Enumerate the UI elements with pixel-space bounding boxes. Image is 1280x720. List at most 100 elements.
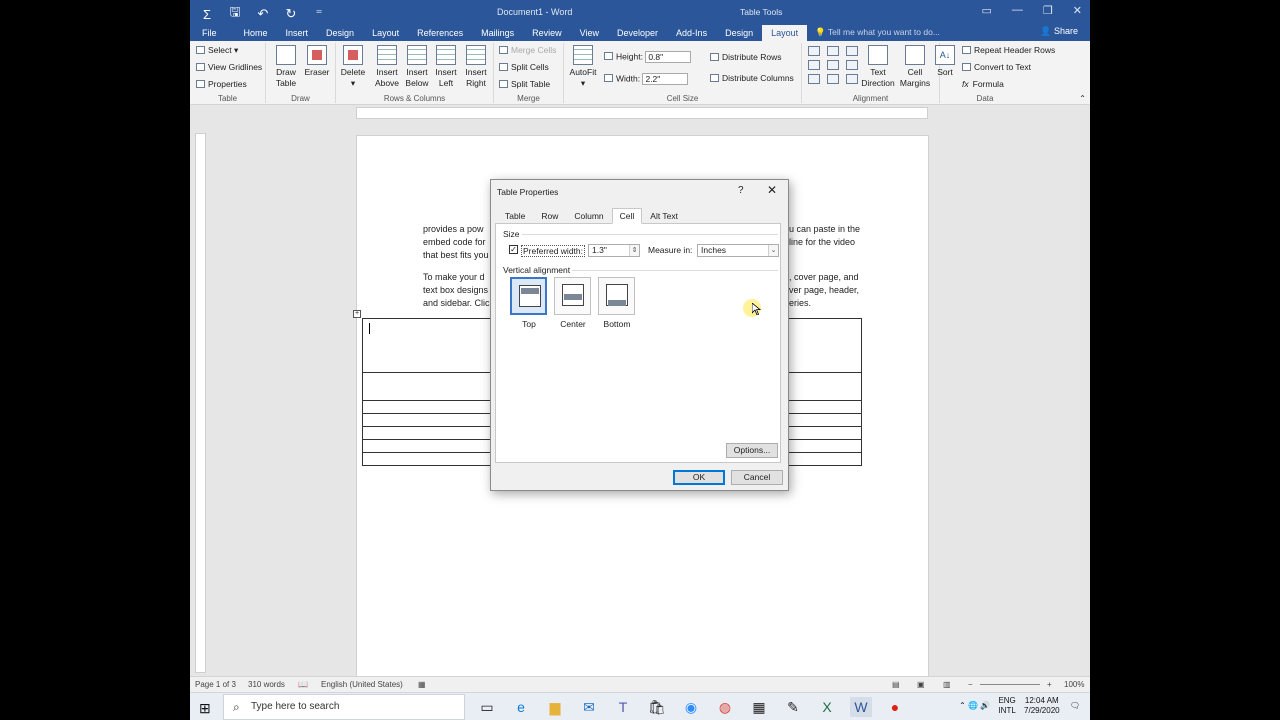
insert-below-button[interactable]: Insert Below <box>402 45 432 89</box>
tab-file[interactable]: File <box>190 28 235 41</box>
zoom-level[interactable]: 100% <box>1064 680 1084 689</box>
proofing-icon[interactable]: 📖 <box>298 680 308 689</box>
windows-start-icon[interactable]: ⊞ <box>199 700 211 717</box>
excel-icon[interactable]: X <box>816 697 838 717</box>
print-layout-icon[interactable]: ▣ <box>917 680 925 689</box>
autofit-button[interactable]: AutoFit ▾ <box>566 45 600 89</box>
tab-design[interactable]: Design <box>317 28 363 41</box>
align-bottom-left-icon[interactable] <box>808 74 820 84</box>
zoom-in-icon[interactable]: + <box>1047 680 1052 689</box>
teams-icon[interactable]: T <box>612 697 634 717</box>
collapse-ribbon-icon[interactable]: ⌃ <box>1079 94 1086 103</box>
taskbar-search-box[interactable]: ⌕ Type here to search <box>223 694 465 720</box>
tab-row[interactable]: Row <box>533 208 566 224</box>
minimize-icon[interactable]: — <box>1012 4 1023 17</box>
tab-table-layout[interactable]: Layout <box>762 25 808 41</box>
insert-left-button[interactable]: Insert Left <box>432 45 460 89</box>
tab-cell[interactable]: Cell <box>611 208 643 224</box>
record-icon[interactable]: ● <box>884 697 906 717</box>
task-view-icon[interactable]: ▭ <box>476 697 498 717</box>
spinner-icon[interactable]: ⇕ <box>629 245 639 256</box>
split-table-button[interactable]: Split Table <box>499 79 550 89</box>
save-icon[interactable]: 🖫 <box>226 3 244 25</box>
select-button[interactable]: Select ▾ <box>196 45 238 56</box>
mail-icon[interactable]: ✉ <box>578 697 600 717</box>
zoom-slider[interactable] <box>980 684 1040 685</box>
tell-me-box[interactable]: 💡 Tell me what you want to do... <box>807 27 948 41</box>
read-mode-icon[interactable]: ▤ <box>892 680 900 689</box>
delete-button[interactable]: Delete ▾ <box>338 45 368 89</box>
input-language[interactable]: ENG INTL <box>998 696 1015 716</box>
valign-center-option[interactable] <box>554 277 591 315</box>
insert-right-button[interactable]: Insert Right <box>461 45 491 89</box>
align-center-left-icon[interactable] <box>808 60 820 70</box>
file-explorer-icon[interactable]: ▆ <box>544 697 566 717</box>
tray-chevron-icon[interactable]: ⌃ <box>959 701 966 710</box>
align-center-right-icon[interactable] <box>846 60 858 70</box>
valign-top-label[interactable]: Top <box>507 319 551 329</box>
view-gridlines-button[interactable]: View Gridlines <box>196 62 262 72</box>
chevron-down-icon[interactable]: ⌄ <box>768 245 778 256</box>
tab-table[interactable]: Table <box>497 208 533 224</box>
autosum-icon[interactable]: Σ <box>198 7 216 22</box>
notifications-icon[interactable]: 🗨 <box>1070 701 1080 710</box>
preferred-width-input[interactable]: 1.3" ⇕ <box>588 244 640 257</box>
tab-references[interactable]: References <box>408 28 472 41</box>
tab-column[interactable]: Column <box>566 208 611 224</box>
merge-cells-button[interactable]: Merge Cells <box>499 45 556 55</box>
share-button[interactable]: 👤 Share <box>1040 26 1078 37</box>
height-input[interactable]: 0.8" <box>645 51 692 63</box>
page-count[interactable]: Page 1 of 3 <box>195 680 236 689</box>
ribbon-display-icon[interactable]: ▭ <box>982 4 992 17</box>
restore-icon[interactable]: ❐ <box>1043 4 1053 17</box>
valign-center-label[interactable]: Center <box>551 319 595 329</box>
formula-button[interactable]: fx Formula <box>962 79 1004 89</box>
repeat-header-rows-button[interactable]: Repeat Header Rows <box>962 45 1055 55</box>
help-icon[interactable]: ? <box>738 185 744 196</box>
tab-alt-text[interactable]: Alt Text <box>642 208 686 224</box>
align-top-center-icon[interactable] <box>827 46 839 56</box>
align-bottom-center-icon[interactable] <box>827 74 839 84</box>
distribute-rows-button[interactable]: Distribute Rows <box>710 52 782 62</box>
customize-qat-icon[interactable]: ⁼ <box>310 6 328 22</box>
tab-view[interactable]: View <box>571 28 608 41</box>
ok-button[interactable]: OK <box>673 470 725 485</box>
align-bottom-right-icon[interactable] <box>846 74 858 84</box>
store-icon[interactable]: 🛍 <box>646 697 668 717</box>
cancel-button[interactable]: Cancel <box>731 470 783 485</box>
vertical-ruler[interactable] <box>195 133 206 673</box>
tab-table-design[interactable]: Design <box>716 28 762 41</box>
macro-icon[interactable]: ▦ <box>418 680 426 689</box>
text-direction-button[interactable]: Text Direction <box>860 45 896 89</box>
preferred-width-checkbox[interactable]: ✓ <box>509 245 518 254</box>
undo-icon[interactable]: ↶ <box>254 6 272 22</box>
word-count[interactable]: 310 words <box>248 680 285 689</box>
split-cells-button[interactable]: Split Cells <box>499 62 549 72</box>
properties-button[interactable]: Properties <box>196 79 247 89</box>
align-center-icon[interactable] <box>827 60 839 70</box>
word-icon[interactable]: W <box>850 697 872 717</box>
tab-layout[interactable]: Layout <box>363 28 408 41</box>
clock[interactable]: 12:04 AM 7/29/2020 <box>1024 696 1060 716</box>
web-layout-icon[interactable]: ▥ <box>943 680 951 689</box>
options-button[interactable]: Options... <box>726 443 778 458</box>
volume-icon[interactable]: 🔊 <box>980 701 990 710</box>
eraser-button[interactable]: Eraser <box>302 45 332 78</box>
edge-icon[interactable]: e <box>510 697 532 717</box>
align-top-left-icon[interactable] <box>808 46 820 56</box>
convert-to-text-button[interactable]: Convert to Text <box>962 62 1031 72</box>
tab-mailings[interactable]: Mailings <box>472 28 523 41</box>
calculator-icon[interactable]: ▦ <box>748 697 770 717</box>
tab-review[interactable]: Review <box>523 28 571 41</box>
zoom-out-icon[interactable]: − <box>968 680 973 689</box>
horizontal-ruler[interactable] <box>356 107 928 119</box>
tab-developer[interactable]: Developer <box>608 28 667 41</box>
valign-bottom-option[interactable] <box>598 277 635 315</box>
tab-home[interactable]: Home <box>235 28 277 41</box>
draw-table-button[interactable]: Draw Table <box>270 45 302 89</box>
sort-button[interactable]: A↓ Sort <box>932 45 958 78</box>
width-input[interactable]: 2.2" <box>642 73 689 85</box>
align-top-right-icon[interactable] <box>846 46 858 56</box>
measure-in-select[interactable]: Inches ⌄ <box>697 244 779 257</box>
close-icon[interactable]: ✕ <box>1073 4 1082 17</box>
